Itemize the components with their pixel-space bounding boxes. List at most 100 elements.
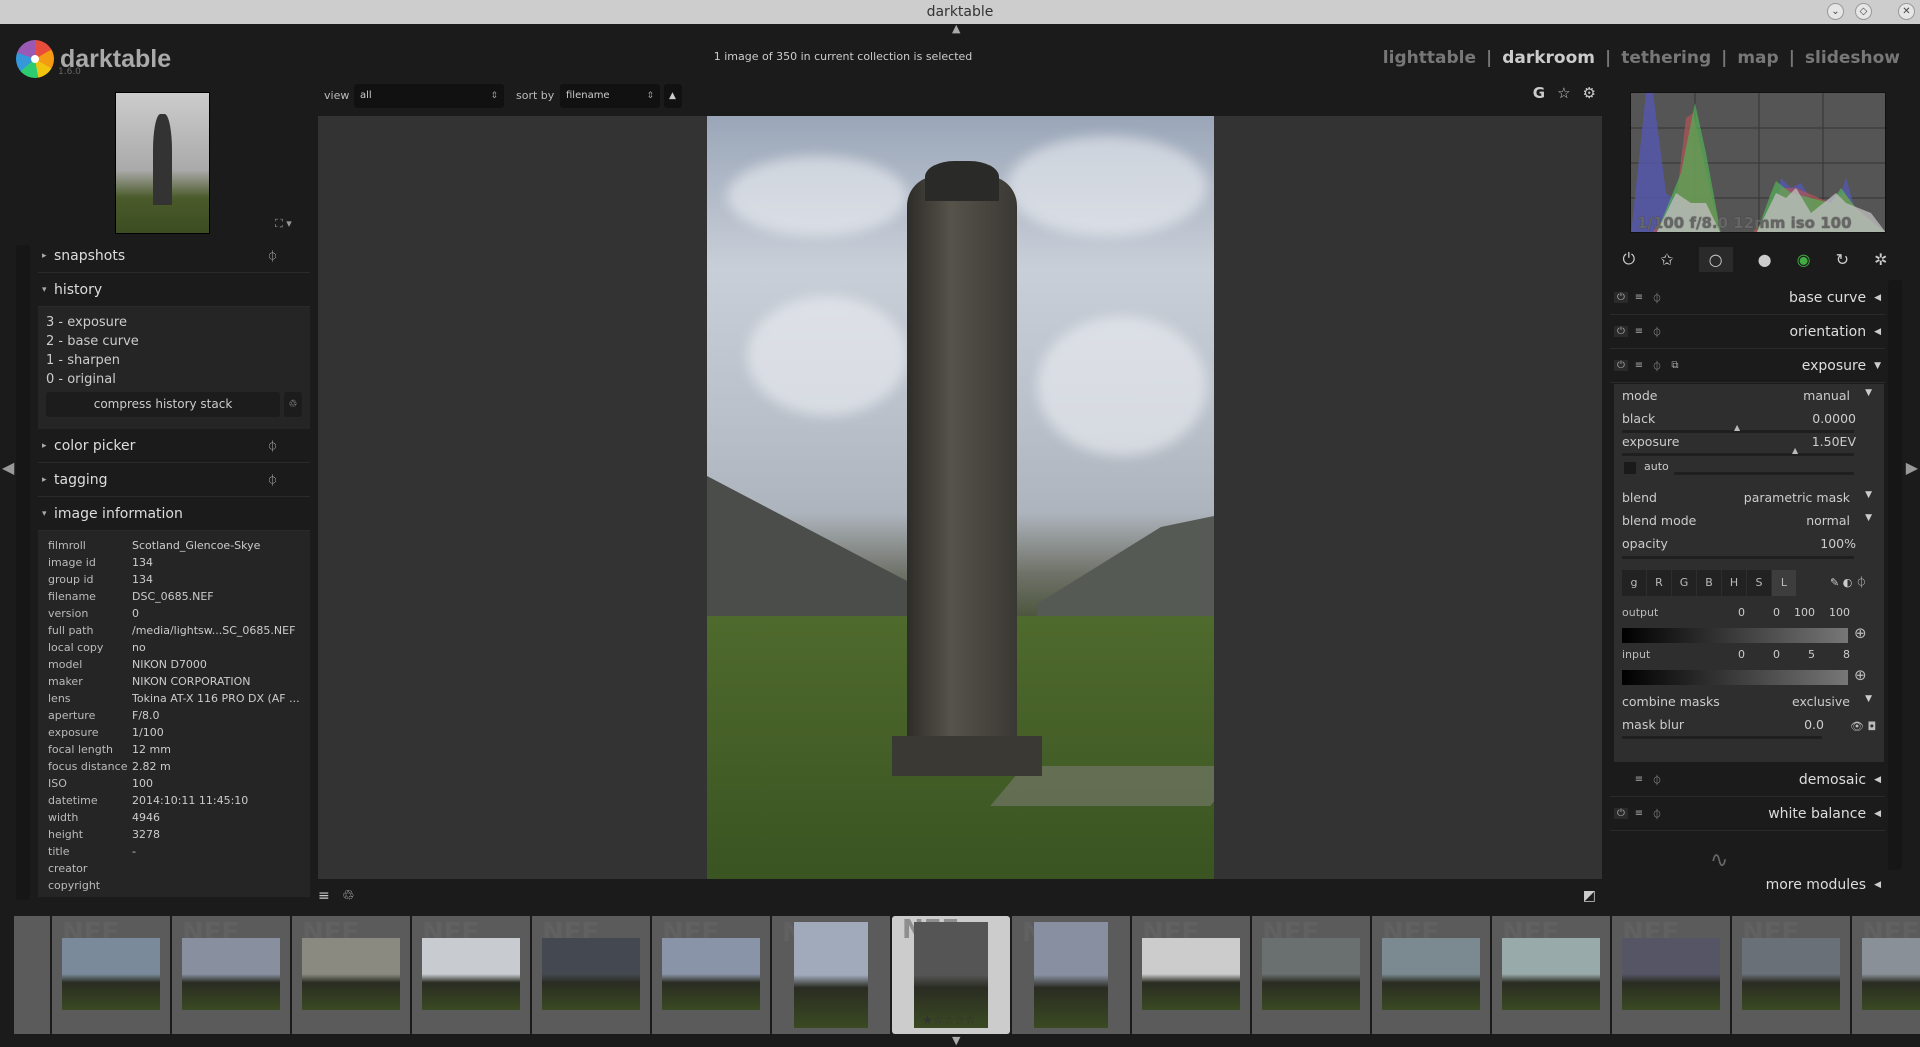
blend-combobox[interactable]: blend parametric mask ▼ xyxy=(1622,490,1872,510)
filmstrip-thumbnail[interactable]: NEF xyxy=(1852,916,1920,1034)
tone-group-icon[interactable]: ● xyxy=(1758,250,1772,269)
slider-marker[interactable]: ▲ xyxy=(1734,423,1740,432)
module-base-curve[interactable]: ⏻ ≡ ⏀ base curve ◀ xyxy=(1610,281,1885,315)
output-gradient-slider[interactable] xyxy=(1622,628,1848,643)
channel-tab[interactable]: G xyxy=(1672,570,1696,596)
filmstrip-thumbnail[interactable]: NEF xyxy=(1372,916,1490,1034)
reset-icon[interactable]: ⏀ xyxy=(1650,772,1664,787)
presets-icon[interactable]: ≡ xyxy=(1632,326,1646,337)
presets-icon[interactable]: ≡ xyxy=(1632,808,1646,819)
module-snapshots[interactable]: ▸ snapshots ⏀ xyxy=(38,239,310,273)
styles-icon[interactable]: ♲ xyxy=(342,888,355,904)
view-filter-select[interactable]: all ⇕ xyxy=(354,84,504,108)
module-tagging[interactable]: ▸ tagging ⏀ xyxy=(38,463,310,497)
invert-icon[interactable]: ◐ xyxy=(1843,576,1853,589)
channel-tab[interactable]: L xyxy=(1772,570,1796,596)
main-image[interactable] xyxy=(707,116,1214,879)
auto-percentile-slider[interactable] xyxy=(1674,472,1854,475)
navigation-thumbnail[interactable] xyxy=(115,92,210,234)
compress-history-button[interactable]: compress history stack xyxy=(46,392,280,417)
auto-checkbox[interactable]: auto xyxy=(1622,460,1872,480)
zoom-fit-icon[interactable]: ⛶ ▾ xyxy=(275,217,292,231)
active-modules-icon[interactable]: ⏻ xyxy=(1623,249,1636,269)
create-style-icon[interactable]: ♲ xyxy=(284,392,302,417)
reset-icon[interactable]: ⏀ xyxy=(1856,576,1867,589)
reset-icon[interactable]: ⏀ xyxy=(1650,290,1664,305)
combine-masks-combobox[interactable]: combine masks exclusive ▼ xyxy=(1622,694,1872,714)
more-modules[interactable]: more modules ◀ xyxy=(1610,868,1885,902)
black-slider-track[interactable]: ▲ xyxy=(1622,423,1854,433)
mask-blur-track[interactable] xyxy=(1622,736,1822,739)
reset-icon[interactable]: ⏀ xyxy=(267,438,278,454)
module-color-picker[interactable]: ▸ color picker ⏀ xyxy=(38,429,310,463)
power-icon[interactable]: ⏻ xyxy=(1614,326,1628,337)
filmstrip-thumbnail[interactable]: NEF xyxy=(652,916,770,1034)
filmstrip-thumbnail[interactable]: NEF★☆☆☆☆ xyxy=(892,916,1010,1034)
power-icon[interactable]: ⏻ xyxy=(1614,292,1628,303)
input-gradient-slider[interactable] xyxy=(1622,670,1848,685)
view-tethering[interactable]: tethering xyxy=(1621,48,1711,68)
channel-tab[interactable]: g xyxy=(1622,570,1646,596)
channel-tab[interactable]: H xyxy=(1722,570,1746,596)
add-marker-icon[interactable]: ⊕ xyxy=(1854,666,1867,684)
filmstrip-thumbnail[interactable]: NEF xyxy=(1252,916,1370,1034)
basic-group-icon[interactable]: ○ xyxy=(1698,246,1733,272)
sort-order-toggle[interactable]: ▲ xyxy=(664,84,682,108)
presets-icon[interactable]: ≡ xyxy=(1632,360,1646,371)
exposure-slider[interactable]: exposure 1.50EV xyxy=(1622,434,1856,454)
view-slideshow[interactable]: slideshow xyxy=(1805,48,1900,68)
correct-group-icon[interactable]: ↻ xyxy=(1836,250,1849,269)
right-panel-scrollbar[interactable] xyxy=(1888,280,1902,870)
right-panel-collapse-icon[interactable]: ▶ xyxy=(1906,458,1918,477)
maximize-button[interactable]: ◇ xyxy=(1855,3,1872,20)
filmstrip-thumbnail[interactable]: NEF xyxy=(772,916,890,1034)
minimize-button[interactable]: ⌄ xyxy=(1827,3,1844,20)
view-map[interactable]: map xyxy=(1737,48,1778,68)
channel-tab[interactable]: S xyxy=(1747,570,1771,596)
reset-icon[interactable]: ⏀ xyxy=(267,248,278,264)
filmstrip-thumbnail[interactable]: NEF xyxy=(1612,916,1730,1034)
opacity-slider-track[interactable] xyxy=(1622,556,1854,559)
multi-instance-icon[interactable]: ⧉ xyxy=(1668,360,1682,371)
module-orientation[interactable]: ⏻ ≡ ⏀ orientation ◀ xyxy=(1610,315,1885,349)
filmstrip-thumbnail[interactable]: NEF xyxy=(532,916,650,1034)
filmstrip[interactable]: NEFNEFNEFNEFNEFNEFNEFNEF★☆☆☆☆NEFNEFNEFNE… xyxy=(0,916,1920,1036)
left-panel-scrollbar[interactable] xyxy=(16,245,30,900)
power-icon[interactable]: ⏻ xyxy=(1614,360,1628,371)
bottom-panel-toggle[interactable]: ▼ xyxy=(952,1034,960,1047)
reset-icon[interactable]: ⏀ xyxy=(1650,806,1664,821)
reset-icon[interactable]: ⏀ xyxy=(1650,324,1664,339)
module-image-information[interactable]: ▾ image information xyxy=(38,497,310,531)
star-overlay-icon[interactable]: ☆ xyxy=(1557,84,1570,102)
filmstrip-thumbnail[interactable]: NEF xyxy=(1732,916,1850,1034)
histogram[interactable]: 1/100 f/8.0 12mm iso 100 xyxy=(1630,92,1886,233)
filmstrip-thumbnail[interactable]: NEF xyxy=(292,916,410,1034)
mode-combobox[interactable]: mode manual ▼ xyxy=(1622,388,1872,408)
color-picker-icon[interactable]: ✎ xyxy=(1830,576,1839,589)
filmstrip-thumbnail[interactable] xyxy=(14,916,50,1034)
exposure-slider-track[interactable]: ▲ xyxy=(1622,446,1854,456)
history-item[interactable]: 3 - exposure xyxy=(46,313,302,332)
module-exposure[interactable]: ⏻ ≡ ⏀ ⧉ exposure ▼ xyxy=(1610,349,1885,383)
presets-icon[interactable]: ≡ xyxy=(1632,292,1646,303)
opacity-slider[interactable]: opacity 100% xyxy=(1622,536,1856,556)
mask-blur-slider[interactable]: mask blur 0.0 xyxy=(1622,717,1824,737)
filmstrip-thumbnail[interactable]: NEF xyxy=(172,916,290,1034)
filmstrip-thumbnail[interactable]: NEF xyxy=(412,916,530,1034)
color-group-icon[interactable]: ◉ xyxy=(1797,250,1811,269)
sort-select[interactable]: filename ⇕ xyxy=(560,84,660,108)
presets-icon[interactable]: ≡ xyxy=(1632,774,1646,785)
view-lighttable[interactable]: lighttable xyxy=(1383,48,1476,68)
view-darkroom[interactable]: darkroom xyxy=(1502,48,1595,68)
effects-group-icon[interactable]: ✲ xyxy=(1874,250,1887,269)
gear-icon[interactable]: ⚙ xyxy=(1583,84,1596,102)
reset-icon[interactable]: ⏀ xyxy=(267,472,278,488)
star-rating[interactable]: ★☆☆☆☆ xyxy=(922,1008,976,1032)
history-item[interactable]: 2 - base curve xyxy=(46,332,302,351)
favorites-icon[interactable]: ✩ xyxy=(1660,250,1673,269)
filmstrip-thumbnail[interactable]: NEF xyxy=(52,916,170,1034)
module-demosaic[interactable]: ≡ ⏀ demosaic ◀ xyxy=(1610,763,1885,797)
checkbox[interactable] xyxy=(1624,462,1636,474)
add-marker-icon[interactable]: ⊕ xyxy=(1854,624,1867,642)
channel-tab[interactable]: R xyxy=(1647,570,1671,596)
